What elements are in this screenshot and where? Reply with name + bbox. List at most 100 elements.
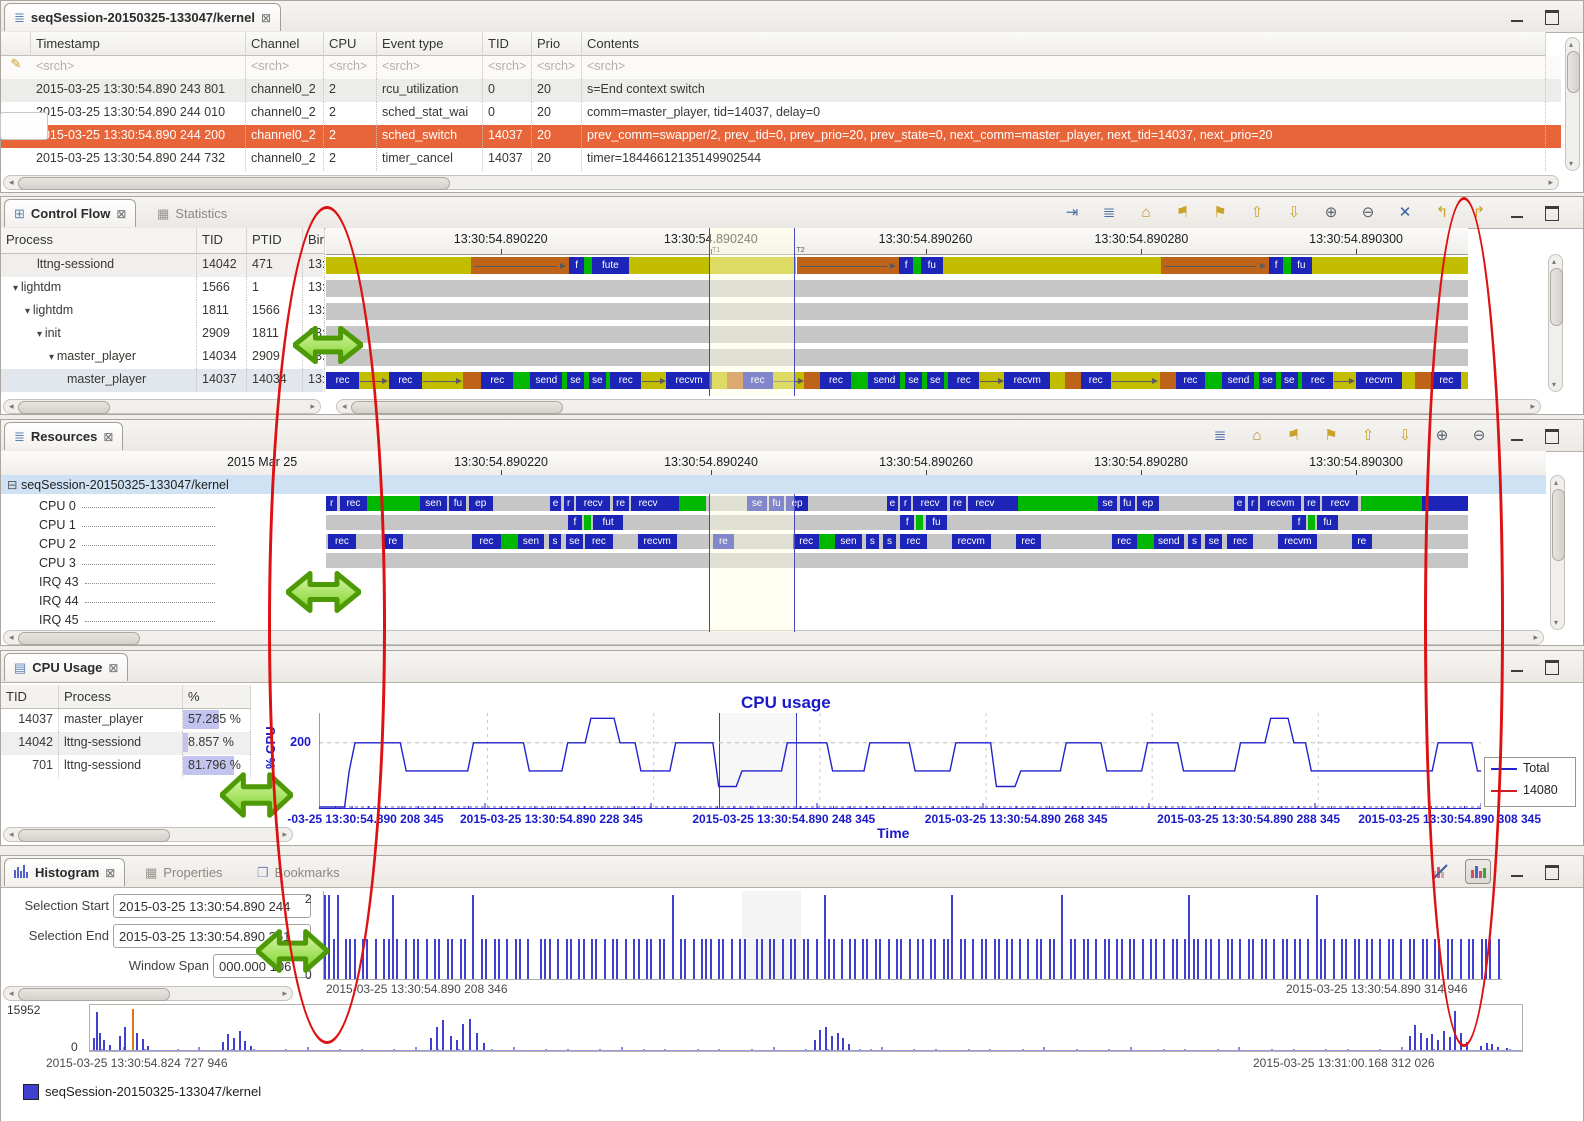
timeline-segment[interactable]	[916, 515, 923, 530]
timeline-segment[interactable]: recv	[576, 496, 610, 511]
timeline-segment[interactable]: f	[900, 515, 914, 530]
timeline-segment[interactable]	[773, 372, 805, 389]
timeline-segment[interactable]: ep	[786, 496, 808, 511]
close-icon[interactable]: ⊠	[116, 207, 126, 221]
timeline-segment[interactable]	[1137, 534, 1154, 549]
expand-arrow-icon[interactable]: ▾	[49, 352, 57, 363]
timeline-segment[interactable]: f	[569, 257, 584, 274]
timeline-segment[interactable]	[1161, 257, 1269, 274]
timeline-segment[interactable]: recvm	[1004, 372, 1050, 389]
timeline-segment[interactable]: rec	[1016, 534, 1041, 549]
timeline-segment[interactable]: recv	[631, 496, 665, 511]
timeline-segment[interactable]: se	[747, 496, 766, 511]
timeline-segment[interactable]: send	[530, 372, 562, 389]
timeline-segment[interactable]: recv	[1322, 496, 1359, 511]
timeline-segment[interactable]: sen	[420, 496, 447, 511]
timeline-segment[interactable]: re	[950, 496, 966, 511]
resources-vscrollbar[interactable]: ▴▾	[1550, 475, 1565, 630]
cpu-usage-tab[interactable]: ▤ CPU Usage ⊠	[4, 653, 128, 681]
timeline-segment[interactable]: recv	[913, 496, 947, 511]
timeline-segment[interactable]: recv	[968, 496, 1002, 511]
timeline-segment[interactable]: rec	[389, 372, 422, 389]
resource-name-row[interactable]: IRQ 45	[1, 608, 219, 627]
close-icon[interactable]: ⊠	[108, 661, 118, 675]
process-row[interactable]: ▾ master_player14034290913:	[1, 346, 323, 369]
show-view-filters-icon[interactable]: ≣	[1208, 424, 1232, 447]
timeline-segment[interactable]: re	[713, 534, 734, 549]
histogram-hscrollbar[interactable]: ◂▸	[3, 986, 293, 1001]
timeline-segment[interactable]: fu	[449, 496, 466, 511]
filter-cell[interactable]: <srch>	[377, 56, 483, 79]
hide-arrows-icon[interactable]: ✕	[1393, 201, 1417, 224]
timeline-segment[interactable]	[1308, 515, 1315, 530]
timeline-segment[interactable]	[1018, 496, 1098, 511]
timeline-segment[interactable]: fu	[921, 257, 943, 274]
minimize-button[interactable]	[1511, 206, 1523, 218]
move-up-icon[interactable]: ⇧	[1245, 201, 1269, 224]
timeline-segment[interactable]: r	[326, 496, 337, 511]
filter-row[interactable]: ✎<srch><srch><srch><srch><srch><srch><sr…	[1, 56, 1561, 79]
timeline-segment[interactable]	[1415, 372, 1431, 389]
timeline-segment[interactable]: recvm	[952, 534, 991, 549]
timeline-segment[interactable]	[422, 372, 463, 389]
timeline-segment[interactable]: ep	[1137, 496, 1159, 511]
show-view-filters-icon[interactable]: ≣	[1097, 201, 1121, 224]
resource-name-row[interactable]: CPU 1	[1, 513, 219, 532]
timeline-segment[interactable]	[1461, 372, 1468, 389]
timeline-segment[interactable]	[1160, 372, 1176, 389]
timeline-row[interactable]	[326, 300, 1468, 323]
event-row[interactable]: 2015-03-25 13:30:54.890 243 801channel0_…	[1, 79, 1561, 102]
statistics-tab[interactable]: ▦ Statistics	[149, 201, 235, 226]
cpu-usage-row[interactable]: 14042lttng-sessiond8.857 %	[1, 732, 251, 755]
timeline-segment[interactable]	[326, 257, 471, 274]
timeline-segment[interactable]: rec	[1081, 372, 1111, 389]
control-flow-timeline[interactable]: 13:30:54.89022013:30:54.89024013:30:54.8…	[326, 228, 1468, 396]
column-header-percent[interactable]: %	[183, 685, 251, 709]
timeline-segment[interactable]: r	[1248, 496, 1258, 511]
zoom-in-icon[interactable]: ⊕	[1319, 201, 1343, 224]
timeline-segment[interactable]: send	[1222, 372, 1254, 389]
timeline-segment[interactable]: se	[927, 372, 944, 389]
selection-end-field[interactable]	[113, 924, 311, 948]
next-marker-icon[interactable]: ⚑	[1208, 201, 1232, 224]
resources-hscrollbar[interactable]: ◂▸	[3, 630, 1544, 645]
column-header-contents[interactable]: Contents	[582, 32, 1546, 56]
process-row[interactable]: master_player140371403413:	[1, 369, 323, 392]
maximize-button[interactable]	[1545, 660, 1559, 675]
minimize-button[interactable]	[1511, 865, 1523, 877]
timeline-segment[interactable]: f	[1292, 515, 1306, 530]
timeline-segment[interactable]: se	[1259, 372, 1276, 389]
timeline-segment[interactable]	[727, 372, 743, 389]
maximize-button[interactable]	[1545, 10, 1559, 25]
timeline-segment[interactable]: rec	[793, 534, 819, 549]
resource-timeline-row[interactable]: recrerecsensserecrecvmrerecsenssrecrecvm…	[326, 532, 1468, 551]
bookmarks-tab[interactable]: ❐ Bookmarks	[249, 860, 348, 885]
timeline-segment[interactable]: fu	[1291, 257, 1312, 274]
timeline-segment[interactable]	[1422, 496, 1468, 511]
timeline-segment[interactable]: sen	[835, 534, 861, 549]
timeline-segment[interactable]	[665, 496, 679, 511]
resource-timeline-row[interactable]	[326, 589, 1468, 608]
maximize-button[interactable]	[1545, 865, 1559, 880]
timeline-segment[interactable]: rec	[328, 534, 355, 549]
timeline-segment[interactable]	[367, 496, 420, 511]
timeline-row[interactable]	[326, 323, 1468, 346]
timeline-segment[interactable]: s	[1188, 534, 1201, 549]
expand-arrow-icon[interactable]: ▾	[13, 283, 21, 294]
timeline-segment[interactable]	[629, 257, 797, 274]
timeline-segment[interactable]: recvm	[1260, 496, 1301, 511]
timeline-segment[interactable]: ep	[469, 496, 493, 511]
timeline-segment[interactable]	[1333, 372, 1356, 389]
close-icon[interactable]: ⊠	[103, 430, 113, 444]
timeline-segment[interactable]	[979, 372, 1004, 389]
timeline-segment[interactable]	[513, 372, 530, 389]
previous-event-icon[interactable]: ↰	[1430, 201, 1454, 224]
timeline-segment[interactable]: rec	[1176, 372, 1206, 389]
resource-timeline-row[interactable]: rrecsenfueperrecvrerecvsefueperrecvrerec…	[326, 494, 1468, 513]
timeline-segment[interactable]	[851, 372, 868, 389]
timeline-segment[interactable]	[463, 372, 481, 389]
control-flow-vscrollbar[interactable]: ▴▾	[1548, 254, 1563, 392]
timeline-segment[interactable]: fute	[592, 257, 629, 274]
selection-start-field[interactable]	[113, 894, 311, 918]
process-row[interactable]: ▾ lightdm1811156613:	[1, 300, 323, 323]
